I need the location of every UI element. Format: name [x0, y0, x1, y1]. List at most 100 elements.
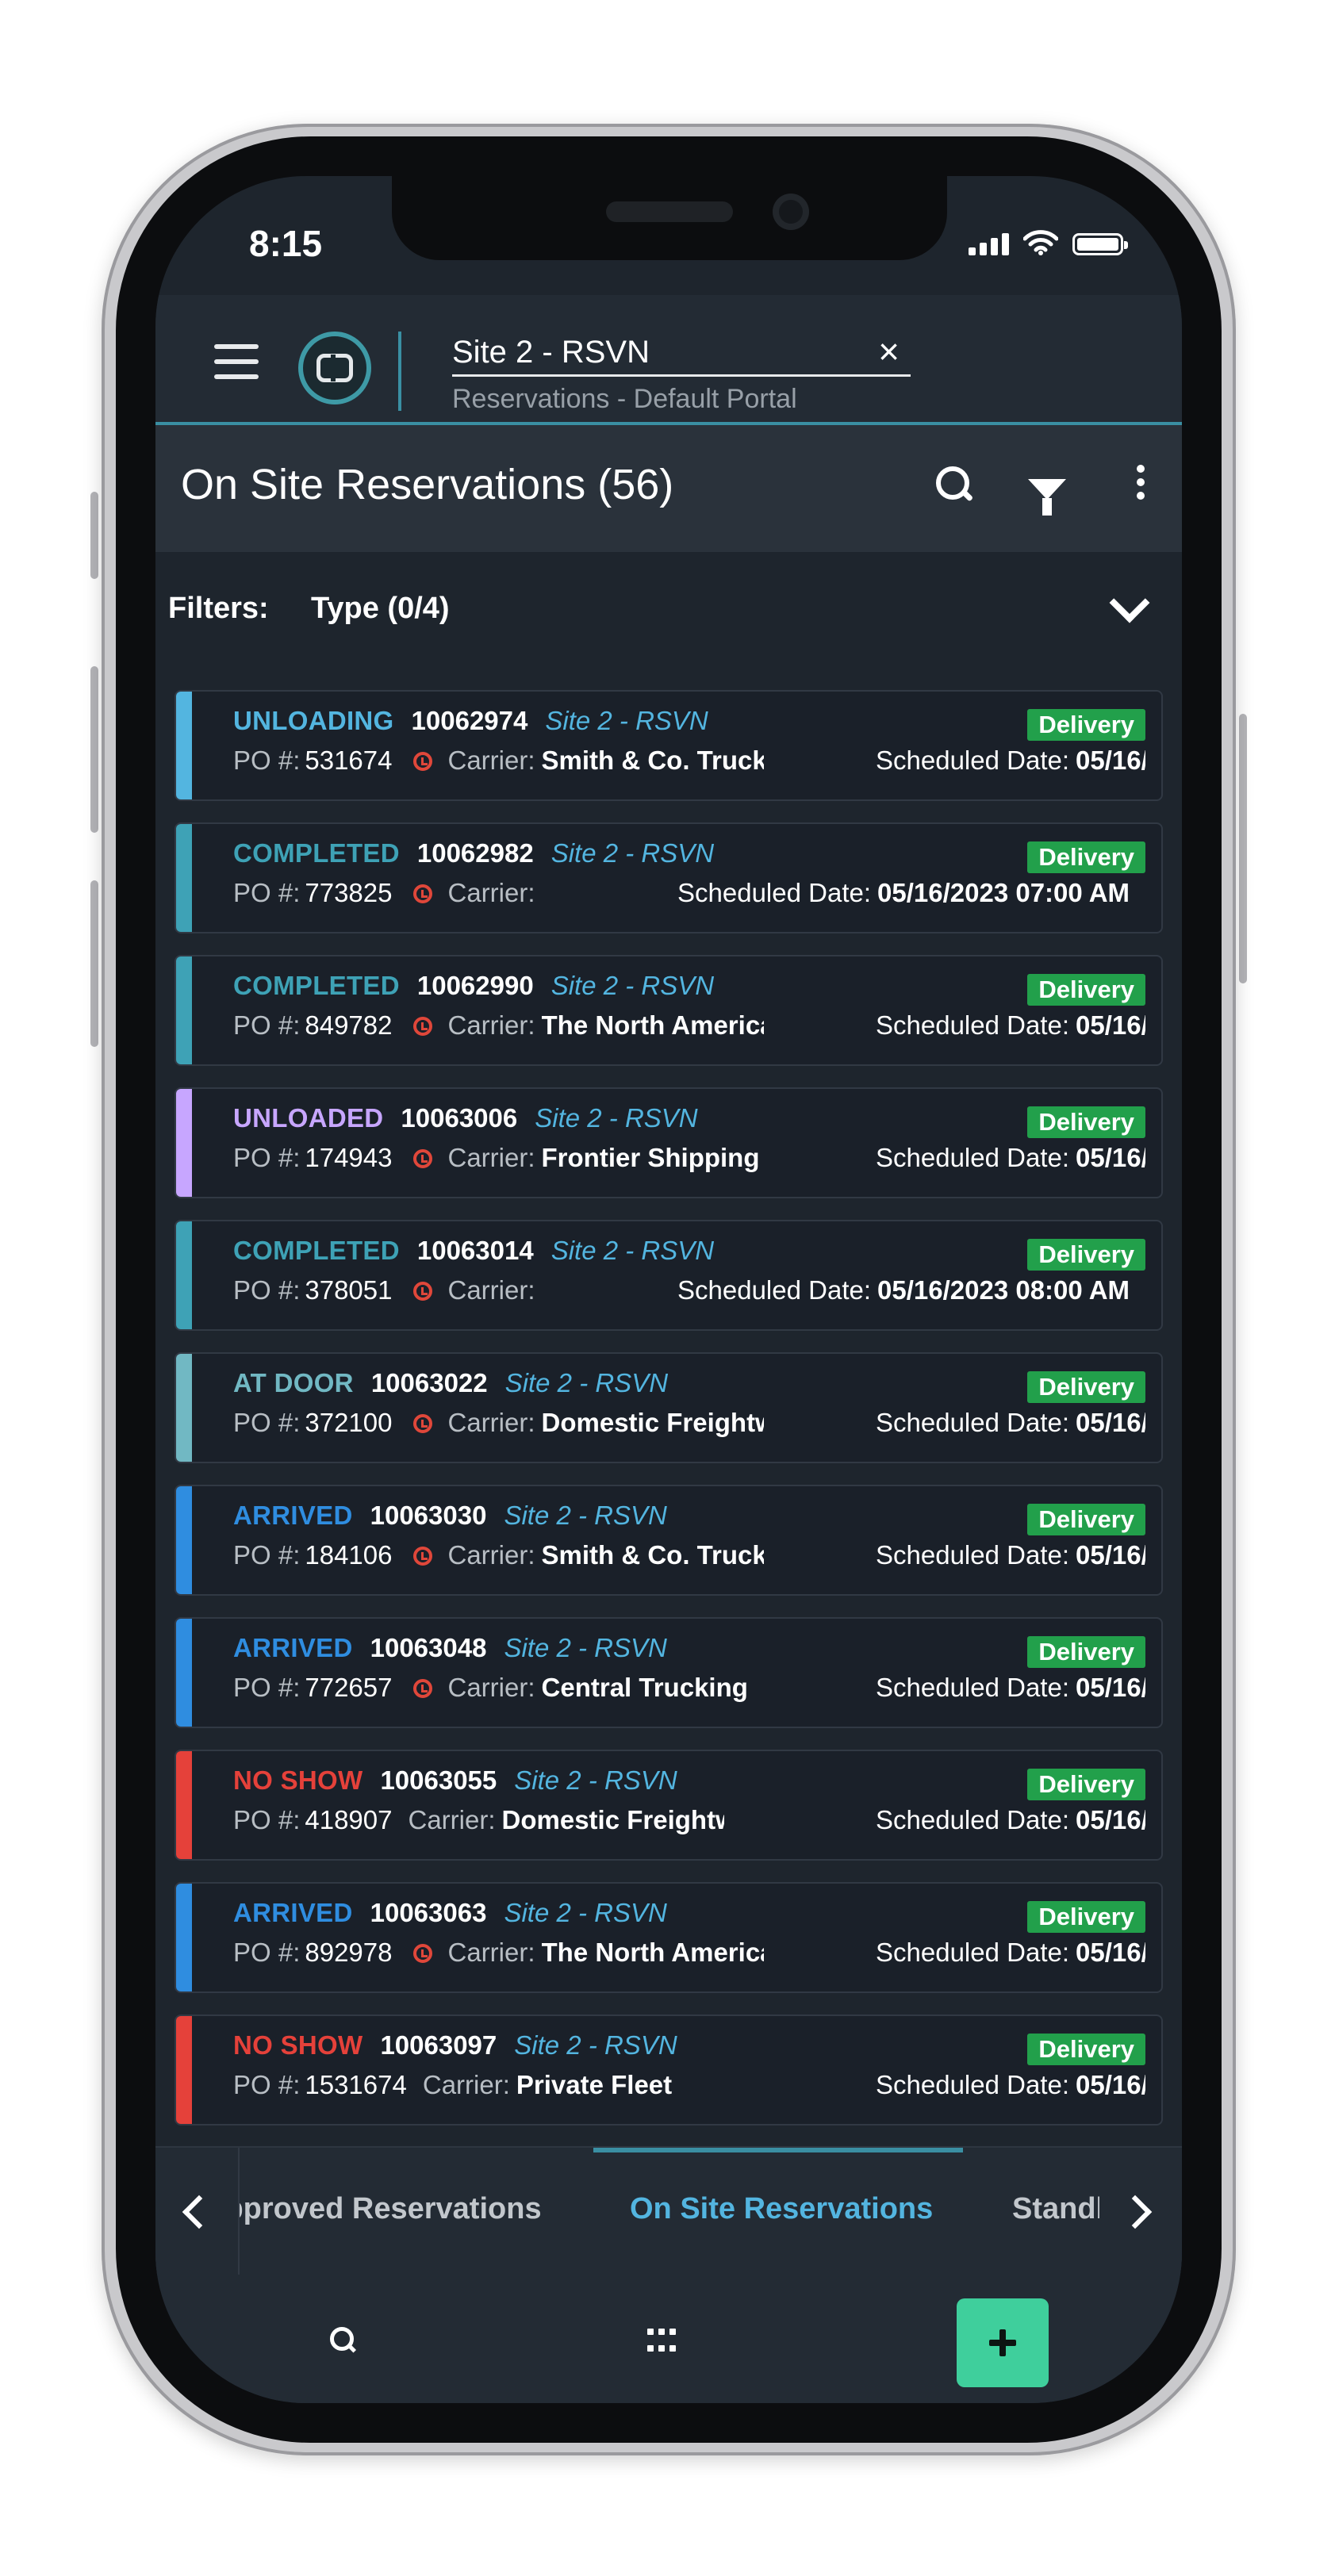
volume-up-button	[90, 666, 98, 833]
card-detail-line: PO #: 773825 Carrier: Scheduled Date: 05/16/…	[233, 878, 1145, 913]
reservation-site: Site 2 - RSVN	[550, 838, 715, 868]
chevron-right-icon[interactable]	[1099, 2148, 1182, 2275]
front-camera	[773, 194, 809, 230]
reservation-site: Site 2 - RSVN	[550, 1236, 715, 1265]
scheduled-date: Scheduled Date: 05/16/2023 07:00 AM	[677, 878, 1130, 908]
card-detail-line: PO #: 772657 Carrier: Central Trucking Sched…	[233, 1673, 1145, 1708]
status-time: 8:15	[249, 223, 323, 264]
reservation-number: 10062982	[416, 838, 534, 868]
card-detail-line: PO #: 1531674 Carrier: Private Fleet Schedul…	[233, 2070, 1145, 2105]
tab-on-site-reservations[interactable]: On Site Reservations	[630, 2192, 933, 2226]
reservation-status: UNLOADING	[233, 706, 394, 735]
card-header-line: UNLOADED 10063006 Site 2 - RSVN Delivery	[233, 1103, 1145, 1138]
type-badge: Delivery	[1027, 1106, 1145, 1138]
app-header: Site 2 - RSVN × Reservations - Default P…	[155, 295, 1182, 425]
search-icon[interactable]	[330, 2327, 355, 2352]
card-header-line: COMPLETED 10062982 Site 2 - RSVN Delivery	[233, 838, 1145, 873]
carrier-label: Carrier:	[447, 1540, 535, 1570]
status-color-bar	[176, 692, 192, 799]
scheduled-value: 05/16/2023	[1076, 1143, 1145, 1172]
po-number: 418907	[305, 1805, 393, 1834]
reservation-number: 10063063	[370, 1898, 487, 1927]
card-header-line: ARRIVED 10063063 Site 2 - RSVN Delivery	[233, 1898, 1145, 1933]
scheduled-date: Scheduled Date:05/16/2023	[876, 1805, 1145, 1835]
reservation-status: COMPLETED	[233, 971, 400, 1000]
carrier-label: Carrier:	[447, 1673, 535, 1702]
reservation-status: NO SHOW	[233, 1765, 363, 1795]
chevron-left-icon[interactable]	[155, 2148, 240, 2275]
card-header-line: UNLOADING 10062974 Site 2 - RSVN Delivery	[233, 706, 1145, 741]
notch	[392, 176, 947, 260]
filter-icon[interactable]	[1028, 473, 1066, 516]
carrier-name: Smith & Co. Trucking	[541, 746, 764, 775]
scheduled-date: Scheduled Date:05/16/2023	[876, 1010, 1145, 1041]
clock-icon	[412, 1414, 432, 1433]
clock-icon	[412, 1149, 432, 1168]
reservation-number: 10063048	[370, 1633, 487, 1662]
po-number: 372100	[305, 1408, 393, 1437]
reservation-site: Site 2 - RSVN	[504, 1501, 667, 1530]
scheduled-value: 05/16/2023	[1076, 1673, 1145, 1702]
reservation-card[interactable]: ARRIVED 10063048 Site 2 - RSVN Delivery PO #…	[175, 1617, 1163, 1728]
clear-site-icon[interactable]: ×	[878, 330, 900, 373]
type-badge: Delivery	[1027, 709, 1145, 741]
reservation-card[interactable]: COMPLETED 10063014 Site 2 - RSVN Delivery PO…	[175, 1220, 1163, 1331]
card-detail-line: PO #: 378051 Carrier: Scheduled Date: 05/16/…	[233, 1275, 1145, 1310]
po-label: PO #:	[233, 1540, 301, 1570]
clock-icon	[412, 752, 432, 771]
portal-subtitle: Reservations - Default Portal	[452, 384, 797, 414]
apps-grid-icon[interactable]	[647, 2329, 676, 2357]
scheduled-label: Scheduled Date:	[876, 1805, 1070, 1834]
filter-type-chip[interactable]: Type (0/4)	[311, 592, 450, 626]
tab-bar: Approved Reservations On Site Reservatio…	[155, 2146, 1182, 2275]
po-label: PO #:	[233, 1673, 301, 1702]
reservation-card[interactable]: COMPLETED 10062990 Site 2 - RSVN Delivery PO…	[175, 955, 1163, 1066]
carrier-name: Private Fleet	[516, 2070, 673, 2099]
carrier-name: Domestic Freightways	[501, 1805, 724, 1834]
silent-switch	[90, 492, 98, 579]
tab-approved-reservations[interactable]: Approved Reservations	[203, 2192, 542, 2226]
scheduled-label: Scheduled Date:	[876, 1938, 1070, 1967]
reservation-site: Site 2 - RSVN	[550, 971, 715, 1000]
carrier-label: Carrier:	[447, 1143, 535, 1172]
clock-icon	[412, 1944, 432, 1963]
site-selector-value: Site 2 - RSVN	[452, 335, 650, 370]
clock-icon	[412, 1282, 432, 1301]
reservation-card[interactable]: ARRIVED 10063030 Site 2 - RSVN Delivery PO #…	[175, 1485, 1163, 1596]
carrier-name: The North American	[541, 1938, 764, 1967]
reservation-number: 10063055	[380, 1765, 497, 1795]
reservation-site: Site 2 - RSVN	[514, 1765, 677, 1795]
po-number: 772657	[305, 1673, 393, 1702]
more-options-icon[interactable]	[1133, 465, 1149, 500]
clock-icon	[412, 884, 432, 903]
volume-down-button	[90, 880, 98, 1047]
reservation-card[interactable]: ARRIVED 10063063 Site 2 - RSVN Delivery PO #…	[175, 1882, 1163, 1993]
reservation-card[interactable]: UNLOADED 10063006 Site 2 - RSVN Delivery PO …	[175, 1087, 1163, 1198]
reservation-card[interactable]: NO SHOW 10063055 Site 2 - RSVN Delivery PO #…	[175, 1750, 1163, 1861]
carrier-label: Carrier:	[447, 1408, 535, 1437]
status-color-bar	[176, 1619, 192, 1727]
po-number: 1531674	[305, 2070, 407, 2099]
reservation-site: Site 2 - RSVN	[504, 1898, 667, 1927]
site-selector[interactable]: Site 2 - RSVN ×	[452, 327, 911, 377]
status-icons	[969, 230, 1128, 255]
carrier-label: Carrier:	[422, 2070, 510, 2099]
add-reservation-button[interactable]	[957, 2298, 1049, 2387]
card-header-line: NO SHOW 10063055 Site 2 - RSVN Delivery	[233, 1765, 1145, 1800]
type-badge: Delivery	[1027, 1636, 1145, 1668]
status-color-bar	[176, 1089, 192, 1197]
clock-icon	[412, 1017, 432, 1036]
status-color-bar	[176, 1486, 192, 1594]
reservation-card[interactable]: COMPLETED 10062982 Site 2 - RSVN Delivery PO…	[175, 822, 1163, 933]
search-icon[interactable]	[936, 466, 971, 501]
chevron-down-icon[interactable]	[1109, 582, 1150, 623]
reservation-card[interactable]: NO SHOW 10063097 Site 2 - RSVN Delivery PO #…	[175, 2014, 1163, 2126]
carrier-label: Carrier:	[447, 878, 535, 907]
card-header-line: COMPLETED 10062990 Site 2 - RSVN Delivery	[233, 971, 1145, 1006]
reservation-card[interactable]: UNLOADING 10062974 Site 2 - RSVN Delivery PO…	[175, 690, 1163, 801]
scheduled-value: 05/16/2023 10:00 AM	[1076, 2070, 1145, 2099]
menu-icon[interactable]	[214, 344, 259, 379]
reservation-card[interactable]: AT DOOR 10063022 Site 2 - RSVN Delivery PO #…	[175, 1352, 1163, 1463]
filters-row: Filters: Type (0/4)	[155, 552, 1182, 661]
po-number: 378051	[305, 1275, 393, 1305]
